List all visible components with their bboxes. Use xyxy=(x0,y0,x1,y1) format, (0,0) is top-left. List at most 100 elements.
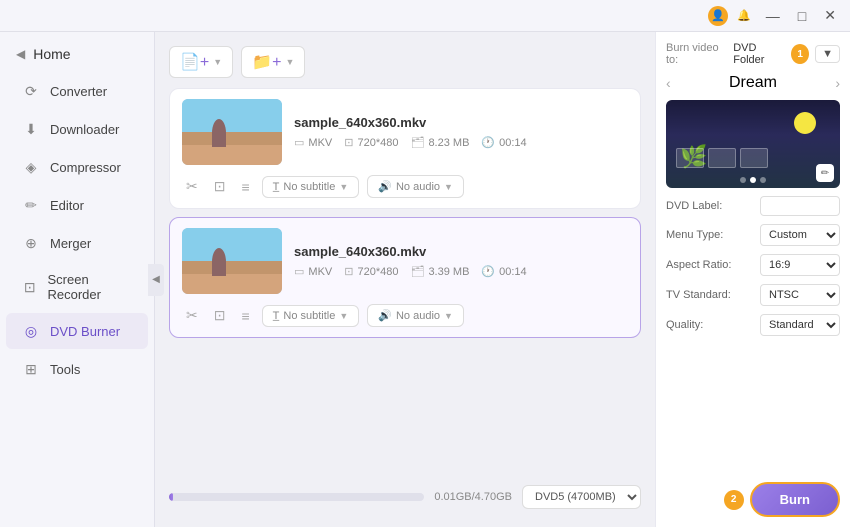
menu-type-row: Menu Type: Custom xyxy=(666,224,840,246)
add-file-button[interactable]: 📄+ ▼ xyxy=(169,46,233,78)
sidebar-item-label: Compressor xyxy=(50,160,121,175)
theme-edit-button[interactable]: ✏ xyxy=(816,164,834,182)
burn-to-row: Burn video to: DVD Folder 1 ▼ xyxy=(666,42,840,66)
subtitle-chevron: ▼ xyxy=(339,182,348,192)
settings-icon[interactable]: ≡ xyxy=(237,306,253,326)
maximize-button[interactable]: □ xyxy=(792,6,812,26)
settings-icon[interactable]: ≡ xyxy=(237,177,253,197)
audio-select[interactable]: 🔊 No audio ▼ xyxy=(367,175,464,198)
sidebar-item-tools[interactable]: ⊞ Tools xyxy=(6,351,148,387)
file-resolution: ⊡ 720*480 xyxy=(344,265,398,278)
sidebar-item-dvd-burner[interactable]: ◎ DVD Burner xyxy=(6,313,148,349)
theme-name: Dream xyxy=(729,74,777,92)
editor-icon: ✏ xyxy=(22,196,40,214)
spacer xyxy=(666,344,840,474)
close-button[interactable]: ✕ xyxy=(818,5,842,26)
right-panel: Burn video to: DVD Folder 1 ▼ ‹ Dream › … xyxy=(655,32,850,527)
file-card-top: sample_640x360.mkv ▭ MKV ⊡ 720*480 xyxy=(182,99,628,165)
audio-select[interactable]: 🔊 No audio ▼ xyxy=(367,304,464,327)
file-size: 🗂 3.39 MB xyxy=(410,265,469,278)
file-card-controls: ✂ ⊡ ≡ T̲ No subtitle ▼ 🔊 No audio ▼ xyxy=(182,175,628,198)
file-duration: 🕐 00:14 xyxy=(481,136,526,149)
compressor-icon: ◈ xyxy=(22,158,40,176)
file-card-top: sample_640x360.mkv ▭ MKV ⊡ 720*480 xyxy=(182,228,628,294)
sidebar-item-label: Screen Recorder xyxy=(47,272,132,302)
file-card: sample_640x360.mkv ▭ MKV ⊡ 720*480 xyxy=(169,88,641,209)
size-value: 3.39 MB xyxy=(428,266,469,278)
resolution-icon: ⊡ xyxy=(344,136,353,149)
sidebar-item-editor[interactable]: ✏ Editor xyxy=(6,187,148,223)
user-icon[interactable]: 👤 xyxy=(708,6,728,26)
file-meta: ▭ MKV ⊡ 720*480 🗂 8.23 MB xyxy=(294,136,628,149)
tools-icon: ⊞ xyxy=(22,360,40,378)
cut-icon[interactable]: ✂ xyxy=(182,305,202,326)
sidebar-collapse-button[interactable]: ◀ xyxy=(148,264,164,296)
audio-icon: 🔊 xyxy=(378,180,392,193)
minimize-button[interactable]: — xyxy=(760,6,786,26)
crop-icon[interactable]: ⊡ xyxy=(210,176,230,197)
cut-icon[interactable]: ✂ xyxy=(182,176,202,197)
sidebar-item-merger[interactable]: ⊕ Merger xyxy=(6,225,148,261)
sidebar-item-downloader[interactable]: ⬇ Downloader xyxy=(6,111,148,147)
theme-dots xyxy=(740,177,766,183)
theme-prev-button[interactable]: ‹ xyxy=(666,75,671,91)
sidebar-item-screen-recorder[interactable]: ⊡ Screen Recorder xyxy=(6,263,148,311)
tv-standard-select[interactable]: NTSC xyxy=(760,284,840,306)
add-folder-button[interactable]: 📁+ ▼ xyxy=(241,46,305,78)
thumb-beach-image xyxy=(182,228,282,294)
file-thumbnail xyxy=(182,99,282,165)
disc-type-select[interactable]: DVD5 (4700MB) xyxy=(522,485,641,509)
theme-dot xyxy=(740,177,746,183)
resolution-value: 720*480 xyxy=(357,266,398,278)
film-cell xyxy=(676,148,704,168)
screen-recorder-icon: ⊡ xyxy=(22,278,37,296)
format-value: MKV xyxy=(308,137,332,149)
file-name: sample_640x360.mkv xyxy=(294,115,628,130)
add-file-icon: 📄+ xyxy=(180,52,209,72)
dvd-burner-icon: ◎ xyxy=(22,322,40,340)
sidebar-item-label: Converter xyxy=(50,84,107,99)
sidebar: ◀ Home ⟳ Converter ⬇ Downloader ◈ Compre… xyxy=(0,32,155,527)
menu-type-select[interactable]: Custom xyxy=(760,224,840,246)
theme-film-strip xyxy=(676,148,768,168)
sidebar-item-converter[interactable]: ⟳ Converter xyxy=(6,73,148,109)
size-icon: 🗂 xyxy=(410,136,424,149)
file-card-controls: ✂ ⊡ ≡ T̲ No subtitle ▼ 🔊 No audio ▼ xyxy=(182,304,628,327)
aspect-ratio-select[interactable]: 16:9 xyxy=(760,254,840,276)
home-label: Home xyxy=(33,46,70,62)
subtitle-select[interactable]: T̲ No subtitle ▼ xyxy=(262,305,360,327)
quality-select[interactable]: Standard xyxy=(760,314,840,336)
size-value: 8.23 MB xyxy=(428,137,469,149)
sidebar-item-label: Merger xyxy=(50,236,91,251)
theme-preview: 🌿 ✏ xyxy=(666,100,840,188)
burn-to-dropdown-button[interactable]: ▼ xyxy=(815,45,840,63)
toolbar: 📄+ ▼ 📁+ ▼ xyxy=(169,46,641,78)
resolution-icon: ⊡ xyxy=(344,265,353,278)
film-cell xyxy=(740,148,768,168)
file-size: 🗂 8.23 MB xyxy=(410,136,469,149)
file-info: sample_640x360.mkv ▭ MKV ⊡ 720*480 xyxy=(294,244,628,278)
duration-value: 00:14 xyxy=(499,266,527,278)
theme-next-button[interactable]: › xyxy=(835,75,840,91)
dvd-label-label: DVD Label: xyxy=(666,200,722,212)
burn-to-label: Burn video to: xyxy=(666,42,727,66)
thumb-beach-image xyxy=(182,99,282,165)
crop-icon[interactable]: ⊡ xyxy=(210,305,230,326)
audio-value: No audio xyxy=(396,310,440,322)
notification-icon[interactable]: 🔔 xyxy=(734,6,754,26)
sidebar-item-compressor[interactable]: ◈ Compressor xyxy=(6,149,148,185)
tv-standard-label: TV Standard: xyxy=(666,289,731,301)
downloader-icon: ⬇ xyxy=(22,120,40,138)
theme-nav: ‹ Dream › xyxy=(666,74,840,92)
add-folder-icon: 📁+ xyxy=(252,52,281,72)
dvd-label-input[interactable] xyxy=(760,196,840,216)
progress-track xyxy=(169,493,424,501)
subtitle-value: No subtitle xyxy=(283,310,335,322)
theme-moon xyxy=(794,112,816,134)
home-nav[interactable]: ◀ Home xyxy=(0,36,154,72)
duration-icon: 🕐 xyxy=(481,265,495,278)
subtitle-select[interactable]: T̲ No subtitle ▼ xyxy=(262,176,360,198)
file-duration: 🕐 00:14 xyxy=(481,265,526,278)
badge-2: 2 xyxy=(724,490,744,510)
burn-button[interactable]: Burn xyxy=(750,482,840,517)
